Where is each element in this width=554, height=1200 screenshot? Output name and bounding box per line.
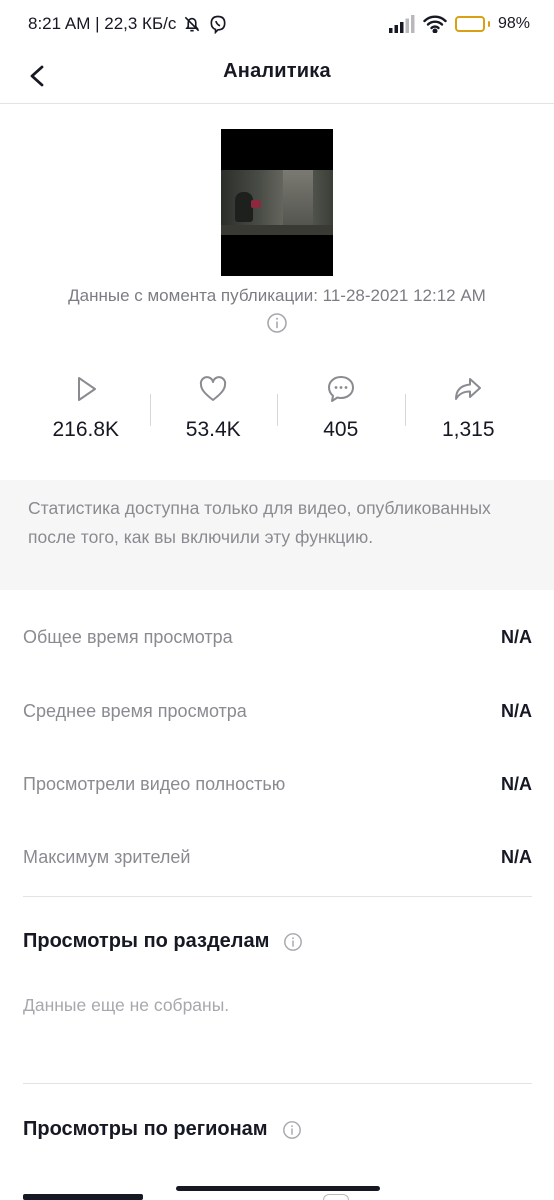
stat-likes-value: 53.4K [185, 418, 241, 441]
metric-label: Среднее время просмотра [23, 700, 247, 721]
stat-comments: 405 [277, 370, 405, 450]
bell-off-icon [185, 16, 200, 32]
metric-value: N/A [501, 846, 532, 867]
status-left: 8:21 AM | 22,3 КБ/с [28, 14, 228, 34]
status-bar: 8:21 AM | 22,3 КБ/с 98% [0, 0, 554, 48]
info-icon[interactable] [282, 1120, 302, 1140]
metric-label: Общее время просмотра [23, 626, 233, 647]
signal-icon [388, 15, 415, 33]
section-title-by-region: Просмотры по регионам [23, 1118, 302, 1141]
section-title-text: Просмотры по регионам [23, 1118, 268, 1140]
comment-icon [327, 376, 354, 402]
availability-note: Статистика доступна только для видео, оп… [0, 480, 554, 590]
published-date-text: Данные с момента публикации: 11-28-2021 … [68, 286, 486, 305]
wifi-icon [423, 15, 447, 33]
section-title-text: Просмотры по разделам [23, 930, 270, 952]
stat-shares-value: 1,315 [441, 418, 495, 441]
battery-tip [487, 21, 490, 27]
battery-icon [454, 16, 490, 32]
metric-full-watched: Просмотрели видео полностью N/A [23, 769, 532, 799]
metric-value: N/A [501, 773, 532, 794]
home-indicator[interactable] [176, 1186, 380, 1191]
battery-percent: 98% [497, 15, 530, 32]
divider [23, 1083, 532, 1084]
partial-title-fragment [23, 1194, 143, 1200]
video-scene [221, 170, 333, 235]
empty-state-text: Данные еще не собраны. [23, 995, 230, 1015]
metric-average-watch-time: Среднее время просмотра N/A [23, 696, 532, 726]
stat-likes: 53.4K [149, 370, 278, 450]
battery-body [454, 16, 485, 32]
share-icon [455, 378, 482, 400]
status-time-speed: 8:21 AM | 22,3 КБ/с [28, 14, 177, 33]
partial-info-icon [323, 1194, 349, 1200]
partial-next-section [23, 1190, 532, 1200]
video-thumbnail[interactable] [221, 129, 333, 276]
info-icon[interactable] [266, 312, 288, 334]
info-icon[interactable] [283, 932, 303, 952]
stat-views-value: 216.8K [52, 418, 120, 441]
divider [23, 896, 532, 897]
heart-icon [200, 376, 227, 401]
section-title-by-section: Просмотры по разделам [23, 930, 303, 953]
stat-comments-value: 405 [323, 418, 359, 441]
stat-views: 216.8K [22, 370, 150, 450]
app-header: Аналитика [0, 48, 554, 104]
metric-total-watch-time: Общее время просмотра N/A [23, 622, 532, 652]
metric-max-viewers: Максимум зрителей N/A [23, 842, 532, 872]
metric-label: Максимум зрителей [23, 846, 191, 867]
page-title: Аналитика [223, 60, 331, 82]
metric-value: N/A [501, 700, 532, 721]
viber-icon [210, 15, 226, 34]
scene-shirt [251, 200, 261, 208]
scene-floor [221, 225, 333, 235]
play-icon [77, 377, 96, 401]
stat-shares: 1,315 [404, 370, 533, 450]
status-right: 98% [388, 15, 530, 33]
metric-label: Просмотрели видео полностью [23, 773, 286, 794]
metric-value: N/A [501, 626, 532, 647]
stats-row: 216.8K 53.4K 405 1,315 [22, 370, 532, 450]
